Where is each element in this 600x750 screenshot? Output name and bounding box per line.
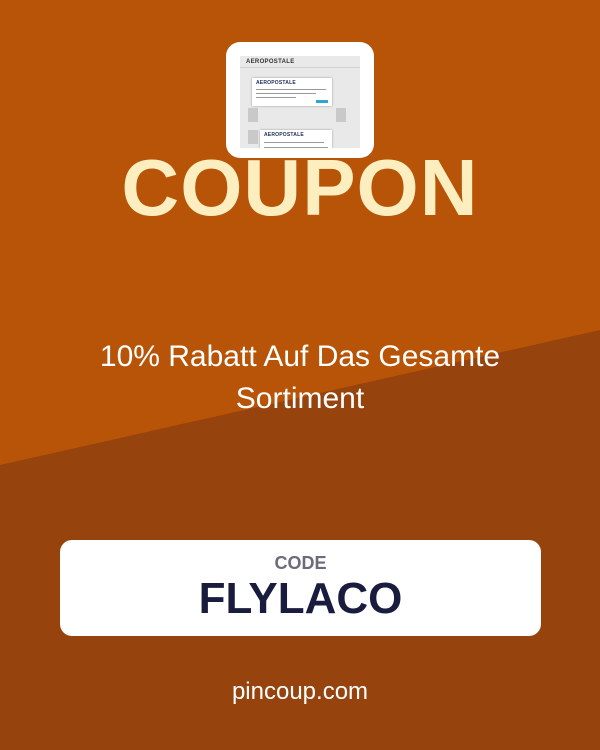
shot-logo: AEROPOSTALE	[246, 59, 295, 65]
code-label: CODE	[274, 553, 327, 573]
store-thumbnail: AEROPOSTALE AEROPOSTALE AEROPOSTALE	[226, 42, 374, 158]
popup-logo: AEROPOSTALE	[256, 80, 296, 86]
coupon-code-box[interactable]: CODE FLYLACO	[60, 540, 541, 636]
popup2-logo: AEROPOSTALE	[264, 132, 304, 138]
coupon-title: COUPON	[121, 143, 479, 232]
offer-description: 10% Rabatt Auf Das Gesamte Sortiment	[99, 340, 501, 415]
newsletter-popup: AEROPOSTALE	[252, 78, 332, 106]
coupon-code[interactable]: FLYLACO	[60, 574, 541, 624]
site-link[interactable]: pincoup.com	[0, 678, 600, 706]
store-screenshot-image: AEROPOSTALE AEROPOSTALE AEROPOSTALE	[240, 56, 360, 148]
